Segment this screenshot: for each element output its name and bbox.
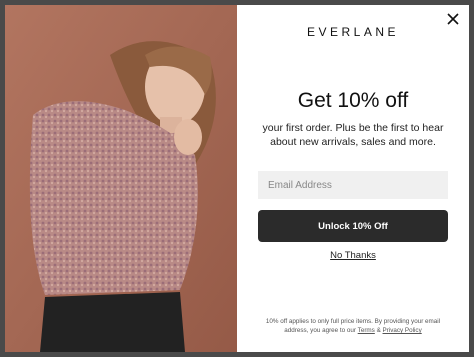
terms-link[interactable]: Terms xyxy=(358,327,375,334)
privacy-policy-link[interactable]: Privacy Policy xyxy=(383,327,422,334)
offer-subtitle: your first order. Plus be the first to h… xyxy=(262,122,444,148)
fine-print: 10% off applies to only full price items… xyxy=(257,317,449,335)
brand-logo: EVERLANE xyxy=(306,25,400,39)
signup-modal: EVERLANE Get 10% off your first order. P… xyxy=(5,5,469,352)
model-photo xyxy=(5,5,237,352)
unlock-button[interactable]: Unlock 10% Off xyxy=(258,210,448,242)
email-field[interactable] xyxy=(258,171,448,199)
no-thanks-link[interactable]: No Thanks xyxy=(237,250,469,261)
signup-panel: EVERLANE Get 10% off your first order. P… xyxy=(237,5,469,352)
offer-headline: Get 10% off xyxy=(297,89,409,112)
fine-print-and: & xyxy=(376,327,381,334)
